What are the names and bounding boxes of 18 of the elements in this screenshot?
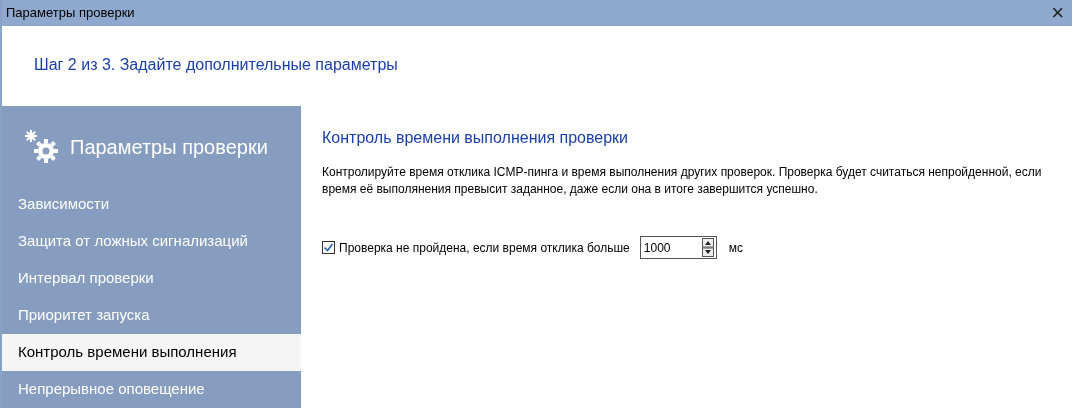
close-button[interactable]: × bbox=[1051, 2, 1064, 24]
number-field[interactable]: 1000 bbox=[639, 236, 717, 259]
checkbox[interactable] bbox=[322, 241, 335, 254]
sidebar-item[interactable]: Защита от ложных сигнализаций bbox=[2, 223, 301, 260]
sidebar-title: Параметры проверки bbox=[70, 135, 268, 160]
step-title: Шаг 2 из 3. Задайте дополнительные параметры bbox=[34, 55, 398, 75]
sidebar-item[interactable]: Непрерывное оповещение bbox=[2, 371, 301, 408]
sidebar-item[interactable]: Интервал проверки bbox=[2, 260, 301, 297]
unit-label: мс bbox=[728, 239, 744, 257]
sidebar-item[interactable]: Контроль времени выполнения bbox=[2, 334, 301, 371]
gears-icon bbox=[24, 129, 60, 165]
spinner-arrows-icon[interactable] bbox=[701, 238, 714, 257]
sidebar-item[interactable]: Зависимости bbox=[2, 186, 301, 223]
checkbox-label: Проверка не пройдена, если время отклика больше bbox=[339, 239, 630, 257]
sidebar-item[interactable]: Приоритет запуска bbox=[2, 297, 301, 334]
description: Контролируйте время отклика ICMP-пинга и время выполнения других проверок. Проверка будет считаться непройденной, если время её выполянения превысит заданное, даже если она в итоге завершится успешно. bbox=[322, 164, 1043, 198]
section-heading: Контроль времени выполнения проверки bbox=[322, 128, 630, 148]
window-title: Параметры проверки bbox=[6, 4, 135, 23]
